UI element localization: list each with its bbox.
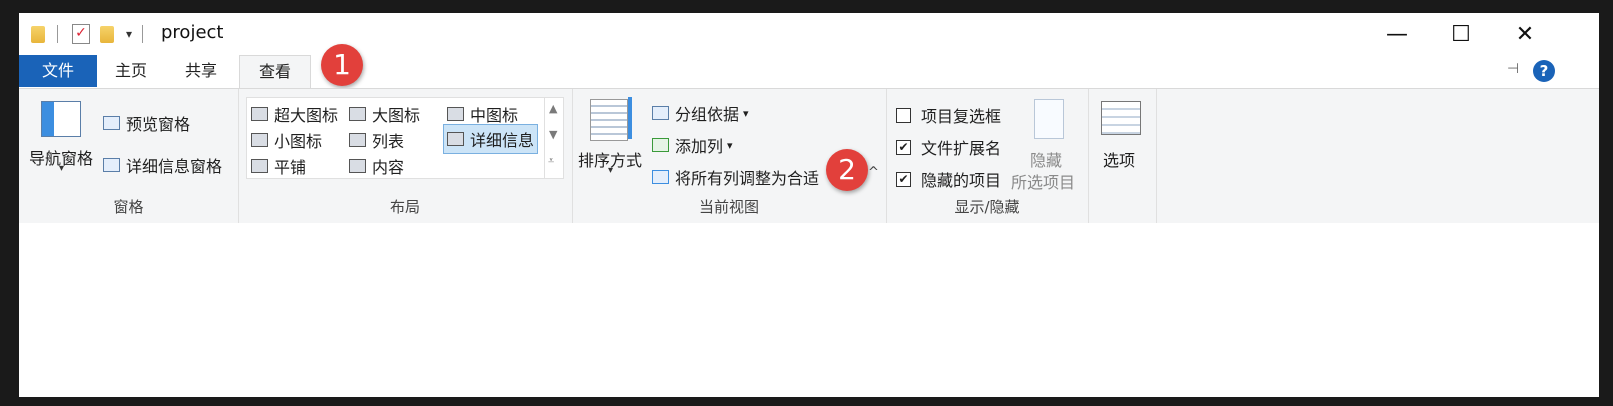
medium-icons-icon — [447, 107, 464, 121]
content-icon — [349, 159, 366, 173]
hide-selected-label[interactable]: 隐藏 — [1030, 147, 1062, 171]
layout-list[interactable]: 列表 — [349, 128, 404, 152]
customize-dropdown-icon[interactable]: ▾ — [126, 27, 132, 41]
hide-selected-icon[interactable] — [1034, 99, 1064, 139]
gallery-scrollbar[interactable]: ▲ ▼ ⩡ — [544, 98, 563, 178]
hide-selected-label-2[interactable]: 所选项目 — [1011, 169, 1075, 193]
layout-extra-large-icons[interactable]: 超大图标 — [251, 102, 338, 126]
minimize-button[interactable]: — — [1365, 13, 1429, 55]
tab-view[interactable]: 查看 — [239, 55, 311, 89]
group-label: 显示/隐藏 — [954, 198, 1020, 216]
add-columns-button[interactable]: 添加列 ▾ — [652, 133, 733, 157]
large-icons-icon — [349, 107, 366, 121]
group-label: 窗格 — [113, 198, 144, 216]
dropdown-arrow-icon: ▾ — [59, 163, 65, 174]
ribbon: 导航窗格 ▾ 预览窗格 详细信息窗格 窗格 超大图标 大图标 中图标 小图标 列… — [19, 88, 1599, 224]
dropdown-arrow-icon: ▾ — [743, 106, 749, 120]
folder-icon — [31, 25, 45, 43]
layout-details[interactable]: 详细信息 — [443, 124, 539, 154]
layout-content[interactable]: 内容 — [349, 154, 404, 178]
layout-gallery: 超大图标 大图标 中图标 小图标 列表 详细信息 平铺 内容 ▲ ▼ ⩡ — [246, 97, 564, 179]
layout-small-icons[interactable]: 小图标 — [251, 128, 322, 152]
help-icon[interactable]: ? — [1533, 60, 1555, 82]
gallery-expand-icon[interactable]: ⩡ — [548, 154, 554, 168]
separator — [142, 25, 144, 43]
sort-arrow-icon — [628, 97, 632, 139]
layout-large-icons[interactable]: 大图标 — [349, 102, 420, 126]
tab-home[interactable]: 主页 — [101, 55, 161, 87]
tab-file[interactable]: 文件 — [19, 55, 97, 87]
file-list-area[interactable] — [19, 223, 1599, 397]
collapse-icon[interactable]: ^ — [868, 165, 879, 180]
details-pane-icon — [103, 158, 120, 172]
group-options: 选项 — [1088, 89, 1157, 223]
group-layout: 超大图标 大图标 中图标 小图标 列表 详细信息 平铺 内容 ▲ ▼ ⩡ 布局 — [238, 89, 573, 223]
group-by-button[interactable]: 分组依据 ▾ — [652, 101, 749, 125]
scroll-down-icon[interactable]: ▼ — [549, 128, 557, 141]
options-icon[interactable] — [1101, 101, 1141, 135]
hidden-items-toggle[interactable]: ✔ 隐藏的项目 — [896, 167, 1001, 191]
options-button[interactable]: 选项 — [1103, 147, 1135, 171]
file-extensions-toggle[interactable]: ✔ 文件扩展名 — [896, 135, 1001, 159]
checkbox-unchecked-icon[interactable] — [896, 107, 911, 123]
item-checkboxes-toggle[interactable]: 项目复选框 — [896, 103, 1001, 127]
new-folder-icon[interactable] — [100, 25, 114, 43]
group-panes: 导航窗格 ▾ 预览窗格 详细信息窗格 窗格 — [19, 89, 239, 223]
annotation-badge-1: 1 — [321, 44, 363, 86]
size-columns-button[interactable]: 将所有列调整为合适 — [652, 165, 819, 189]
small-icons-icon — [251, 133, 268, 147]
checkbox-checked-icon[interactable]: ✔ — [896, 171, 911, 187]
tab-share[interactable]: 共享 — [171, 55, 231, 87]
details-icon — [447, 132, 464, 146]
window-title: project — [161, 22, 224, 43]
properties-icon[interactable]: ✓ — [72, 24, 90, 44]
add-columns-icon — [652, 138, 669, 152]
close-button[interactable]: ✕ — [1493, 13, 1557, 55]
tiles-icon — [251, 159, 268, 173]
separator — [57, 25, 58, 43]
sort-by-icon[interactable] — [590, 99, 628, 141]
maximize-button[interactable]: ☐ — [1429, 13, 1493, 55]
preview-pane-icon — [103, 116, 120, 130]
dropdown-arrow-icon: ▾ — [608, 165, 614, 176]
size-columns-icon — [652, 170, 669, 184]
layout-tiles[interactable]: 平铺 — [251, 154, 306, 178]
annotation-badge-2: 2 — [826, 149, 868, 191]
group-by-icon — [652, 106, 669, 120]
group-current-view: 排序方式 ▾ 分组依据 ▾ 添加列 ▾ 将所有列调整为合适 2 ^ 当前视图 — [572, 89, 887, 223]
extra-large-icons-icon — [251, 107, 268, 121]
pin-icon[interactable]: ⊣ — [1507, 61, 1519, 77]
group-label: 当前视图 — [698, 198, 759, 216]
ribbon-tabs: 文件 主页 共享 查看 1 ⊣ ? — [19, 44, 1599, 89]
layout-medium-icons[interactable]: 中图标 — [447, 102, 518, 126]
scroll-up-icon[interactable]: ▲ — [549, 102, 557, 115]
dropdown-arrow-icon: ▾ — [727, 138, 733, 152]
details-pane-button[interactable]: 详细信息窗格 — [103, 153, 222, 177]
title-bar: ✓ ▾ project — ☐ ✕ — [19, 13, 1599, 55]
checkbox-checked-icon[interactable]: ✔ — [896, 139, 911, 155]
navigation-pane-icon[interactable] — [41, 101, 81, 137]
explorer-window: ✓ ▾ project — ☐ ✕ 文件 主页 共享 查看 1 ⊣ ? 导航窗格… — [19, 13, 1599, 397]
group-show-hide: 项目复选框 ✔ 文件扩展名 ✔ 隐藏的项目 隐藏 所选项目 显示/隐藏 — [886, 89, 1089, 223]
list-icon — [349, 133, 366, 147]
quick-access-toolbar: ✓ ▾ — [31, 23, 144, 45]
group-label: 布局 — [389, 198, 420, 216]
preview-pane-button[interactable]: 预览窗格 — [103, 111, 190, 135]
